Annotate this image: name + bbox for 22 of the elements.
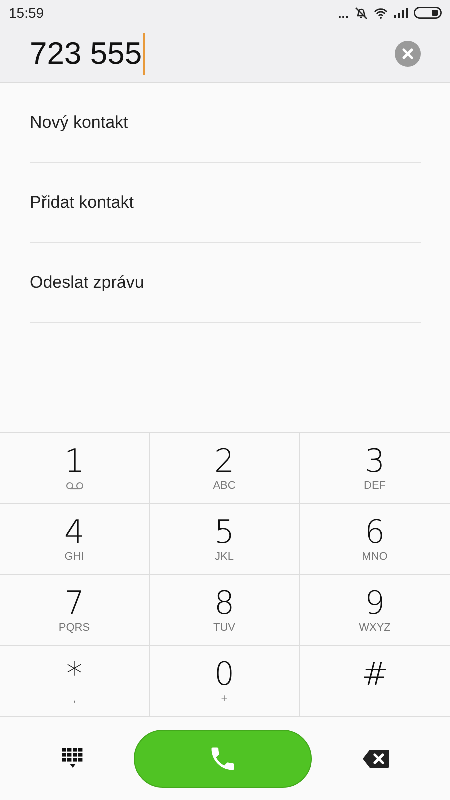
dial-key[interactable]: * , — [0, 646, 150, 717]
battery-icon — [414, 7, 442, 19]
more-indicator: ... — [338, 6, 349, 20]
clear-button[interactable] — [395, 41, 421, 67]
dial-key[interactable]: 8 TUV — [150, 575, 300, 646]
alarm-off-icon — [355, 6, 368, 20]
action-item[interactable]: Přidat kontakt — [30, 163, 421, 243]
backspace-button[interactable] — [362, 748, 390, 768]
dial-key[interactable]: 2 ABC — [150, 433, 300, 504]
dial-key[interactable]: 0 + — [150, 646, 300, 717]
signal-icon — [394, 8, 408, 18]
voicemail-icon — [66, 482, 84, 490]
keypad-toggle-button[interactable] — [62, 748, 84, 770]
dial-key[interactable]: 7 PQRS — [0, 575, 150, 646]
dial-key[interactable]: 5 JKL — [150, 504, 300, 575]
wifi-icon — [374, 8, 388, 18]
action-item[interactable]: Odeslat zprávu — [30, 243, 421, 323]
status-time: 15:59 — [9, 5, 44, 21]
dial-key[interactable]: 4 GHI — [0, 504, 150, 575]
dial-field[interactable]: 723 555 — [30, 33, 146, 75]
dial-key[interactable]: 1 — [0, 433, 150, 504]
action-item[interactable]: Nový kontakt — [30, 83, 421, 163]
